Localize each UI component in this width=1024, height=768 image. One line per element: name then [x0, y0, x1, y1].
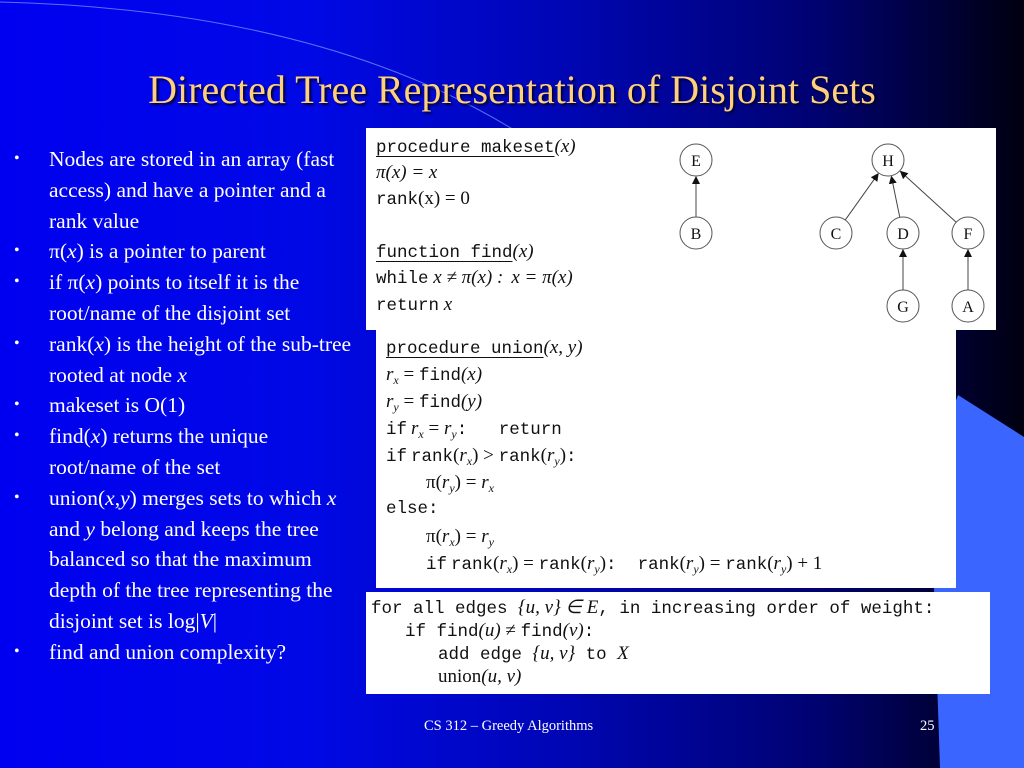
tree-node-h: H: [871, 143, 905, 177]
find-return-line: return x: [376, 294, 453, 316]
makeset-find-figure: procedure makeset(x) π(x) = x rank(x) = …: [366, 128, 996, 330]
disjoint-set-tree-diagram: E B H C D F G A: [679, 143, 985, 323]
tree-node-label: A: [962, 299, 974, 316]
bullet-icon: •: [14, 642, 20, 660]
union-line-rx: rx = find(x): [386, 364, 483, 387]
bullet-icon: •: [14, 273, 20, 291]
tree-node-f: F: [951, 216, 985, 250]
kruskal-line-add-edge: add edge {u, v} to X: [438, 643, 629, 665]
kruskal-line-if: if find(u) ≠ find(v):: [405, 620, 595, 642]
tree-node-g: G: [886, 289, 920, 323]
bullet-list: • Nodes are stored in an array (fast acc…: [10, 144, 355, 668]
tree-node-label: E: [691, 153, 701, 170]
bullet-icon: •: [14, 150, 20, 167]
kruskal-loop-figure: for all edges {u, v} ∈ E, in increasing …: [366, 592, 990, 694]
bullet-item: • π(x) is a pointer to parent: [10, 236, 355, 267]
bullet-icon: •: [14, 488, 20, 506]
tree-edge-f-to-h: [899, 170, 957, 223]
tree-node-d: D: [886, 216, 920, 250]
bullet-item: • Nodes are stored in an array (fast acc…: [10, 144, 355, 236]
bullet-item: • find(x) returns the unique root/name o…: [10, 421, 355, 483]
bullet-icon: •: [14, 396, 20, 414]
tree-node-label: F: [964, 226, 973, 243]
slide: Directed Tree Representation of Disjoint…: [0, 0, 1024, 768]
union-line-pi-ry: π(ry) = rx: [426, 472, 494, 495]
makeset-line-pi: π(x) = x: [376, 162, 438, 183]
union-line-else: else:: [386, 499, 439, 519]
tree-node-label: G: [897, 299, 909, 316]
kruskal-line-for: for all edges {u, v} ∈ E, in increasing …: [371, 597, 935, 619]
union-procedure-figure: procedure union(x, y) rx = find(x) ry = …: [376, 330, 956, 588]
slide-title: Directed Tree Representation of Disjoint…: [148, 67, 876, 112]
find-header: function find(x): [376, 241, 534, 263]
bullet-item: • union(x,y) merges sets to which x and …: [10, 483, 355, 637]
tree-node-label: C: [831, 226, 842, 243]
union-line-pi-rx: π(rx) = ry: [426, 526, 494, 549]
bullet-icon: •: [14, 242, 20, 260]
tree-node-label: B: [691, 226, 702, 243]
bullet-icon: •: [14, 427, 20, 445]
union-line-ry: ry = find(y): [386, 391, 483, 414]
tree-node-e: E: [679, 143, 713, 177]
bullet-item: • find and union complexity?: [10, 637, 355, 668]
makeset-line-rank: rank(x) = 0: [376, 188, 470, 210]
union-line-if-equal: if rx = ry: return: [386, 418, 562, 441]
bullet-item: • rank(x) is the height of the sub-tree …: [10, 329, 355, 391]
bullet-icon: •: [14, 334, 20, 352]
footer-course-title: CS 312 – Greedy Algorithms: [424, 718, 594, 734]
find-while-line: while x ≠ π(x) : x = π(x): [376, 267, 573, 289]
bullet-item: • if π(x) points to itself it is the roo…: [10, 267, 355, 329]
tree-node-a: A: [951, 289, 985, 323]
footer-page-number: 25: [920, 718, 935, 734]
tree-node-b: B: [679, 216, 713, 250]
union-line-if-rank-greater: if rank(rx) > rank(ry):: [386, 445, 577, 468]
tree-node-c: C: [819, 216, 853, 250]
union-line-rank-increment: if rank(rx) = rank(ry): rank(ry) = rank(…: [426, 553, 823, 576]
kruskal-line-union: union(u, v): [438, 666, 522, 687]
tree-edge-d-to-h: [888, 175, 901, 218]
makeset-header: procedure makeset(x): [376, 136, 576, 158]
bullet-item: • makeset is O(1): [10, 390, 355, 421]
union-header: procedure union(x, y): [386, 337, 583, 359]
tree-node-label: D: [897, 226, 909, 243]
tree-node-label: H: [882, 153, 894, 170]
tree-edge-c-to-h: [844, 173, 879, 221]
